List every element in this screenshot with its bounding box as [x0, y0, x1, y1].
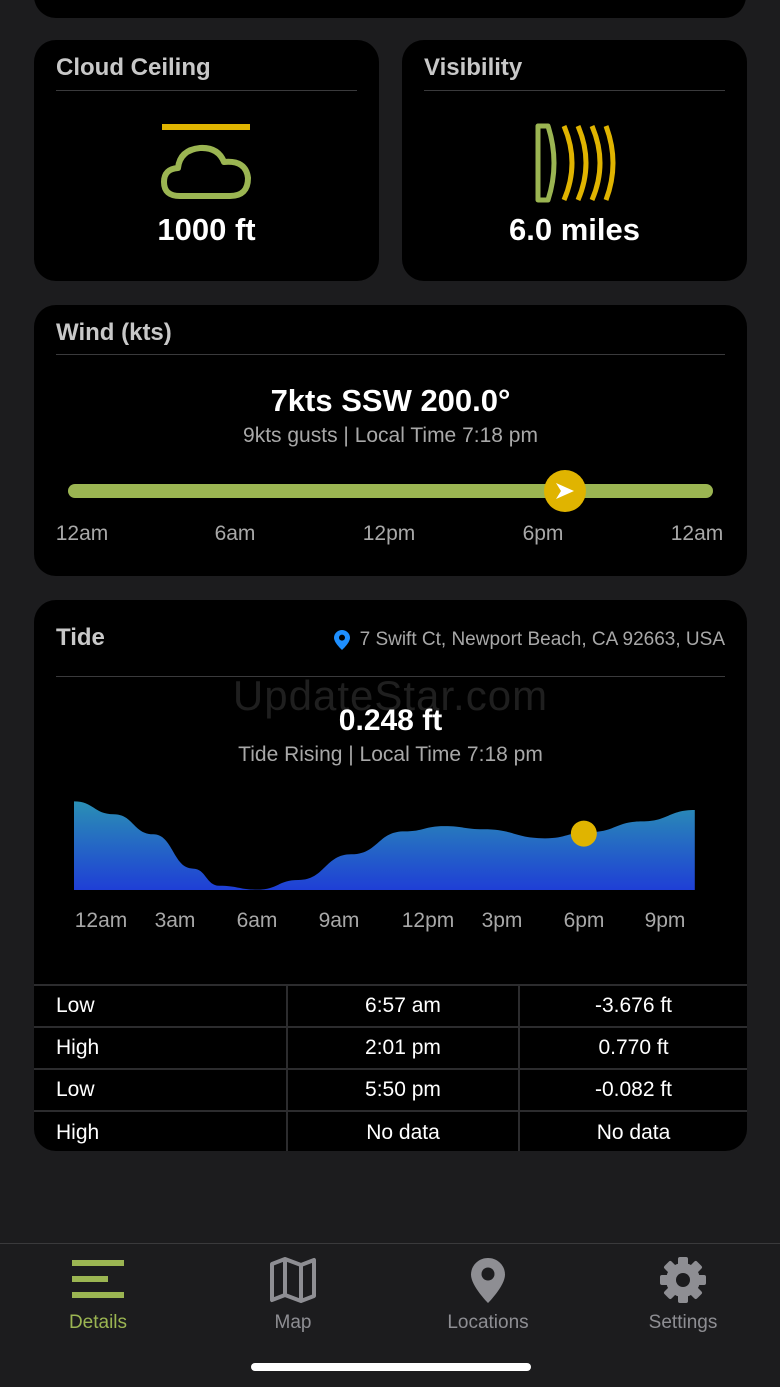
tide-type-cell: Low	[34, 984, 288, 1027]
tide-height-cell: 0.770 ft	[519, 1026, 747, 1069]
tide-tick-label: 3am	[154, 909, 196, 932]
tab-label: Map	[274, 1312, 312, 1333]
tide-type-cell: Low	[34, 1068, 288, 1111]
tide-type-cell: High	[34, 1026, 288, 1069]
divider	[56, 354, 725, 355]
tide-time-cell: 2:01 pm	[287, 1026, 520, 1069]
tab-label: Locations	[447, 1312, 529, 1333]
tab-label: Settings	[648, 1312, 718, 1333]
visibility-icon	[535, 123, 616, 203]
tide-area	[74, 801, 695, 890]
wind-tick-label: 12am	[670, 522, 724, 545]
wind-tick-label: 12am	[55, 522, 109, 545]
previous-card	[34, 0, 746, 18]
location-pin-icon	[471, 1258, 505, 1303]
tide-tick-label: 12am	[74, 909, 128, 932]
cloud-ceiling-title: Cloud Ceiling	[56, 54, 211, 81]
visibility-value: 6.0 miles	[509, 212, 640, 247]
tide-tick-label: 9am	[318, 909, 360, 932]
tab-label: Details	[68, 1312, 128, 1333]
cloud-ceiling-icon	[161, 124, 251, 199]
tab-locations[interactable]: Locations	[408, 1256, 568, 1346]
wind-gusts-time: 9kts gusts | Local Time 7:18 pm	[243, 424, 538, 447]
tide-location-text: 7 Swift Ct, Newport Beach, CA 92663, USA	[359, 629, 725, 650]
tide-tick-label: 6am	[236, 909, 278, 932]
tide-location[interactable]: 7 Swift Ct, Newport Beach, CA 92663, USA	[333, 629, 725, 651]
tide-height-value: 0.248 ft	[338, 704, 443, 737]
visibility-title: Visibility	[424, 54, 523, 81]
tide-table: Low 6:57 am -3.676 ft High 2:01 pm 0.770…	[34, 984, 747, 1151]
tide-current-marker	[570, 820, 597, 847]
details-icon	[72, 1260, 124, 1298]
visibility-card: Visibility 6.0 miles	[402, 40, 747, 281]
gear-icon	[660, 1257, 706, 1303]
wind-time-slider-thumb[interactable]	[543, 470, 586, 512]
divider	[424, 90, 725, 91]
wind-card: Wind (kts) 7kts SSW 200.0° 9kts gusts | …	[34, 305, 747, 576]
table-row: High 2:01 pm 0.770 ft	[34, 1026, 747, 1069]
tide-chart	[74, 801, 695, 890]
tab-map[interactable]: Map	[213, 1256, 373, 1346]
tide-height-cell: No data	[519, 1110, 747, 1151]
tide-status-time: Tide Rising | Local Time 7:18 pm	[238, 743, 543, 766]
wind-tick-label: 12pm	[362, 522, 416, 545]
cloud-ceiling-value: 1000 ft	[157, 212, 256, 247]
tide-type-cell: High	[34, 1110, 288, 1151]
wind-tick-label: 6am	[214, 522, 256, 545]
arrow-right-icon	[555, 483, 574, 499]
tide-time-cell: No data	[287, 1110, 520, 1151]
tide-height-cell: -3.676 ft	[519, 984, 747, 1027]
divider	[56, 90, 357, 91]
tide-tick-label: 6pm	[563, 909, 605, 932]
wind-speed-direction: 7kts SSW 200.0°	[270, 383, 511, 418]
tide-tick-label: 3pm	[481, 909, 523, 932]
tide-time-cell: 5:50 pm	[287, 1068, 520, 1111]
tab-details[interactable]: Details	[18, 1256, 178, 1346]
wind-title: Wind (kts)	[56, 319, 172, 346]
table-row: Low 6:57 am -3.676 ft	[34, 984, 747, 1027]
tide-tick-label: 12pm	[401, 909, 455, 932]
map-icon	[270, 1257, 316, 1303]
tide-title: Tide	[56, 624, 105, 651]
tide-height-cell: -0.082 ft	[519, 1068, 747, 1111]
table-row: Low 5:50 pm -0.082 ft	[34, 1068, 747, 1111]
cloud-ceiling-card: Cloud Ceiling 1000 ft	[34, 40, 379, 281]
wind-time-slider-track[interactable]	[68, 484, 713, 498]
tide-time-cell: 6:57 am	[287, 984, 520, 1027]
tab-settings[interactable]: Settings	[603, 1256, 763, 1346]
table-row: High No data No data	[34, 1110, 747, 1151]
tide-card: Tide 7 Swift Ct, Newport Beach, CA 92663…	[34, 600, 747, 1151]
tide-tick-label: 9pm	[644, 909, 686, 932]
home-indicator	[251, 1363, 531, 1371]
location-pin-icon	[333, 630, 350, 650]
wind-tick-label: 6pm	[522, 522, 564, 545]
